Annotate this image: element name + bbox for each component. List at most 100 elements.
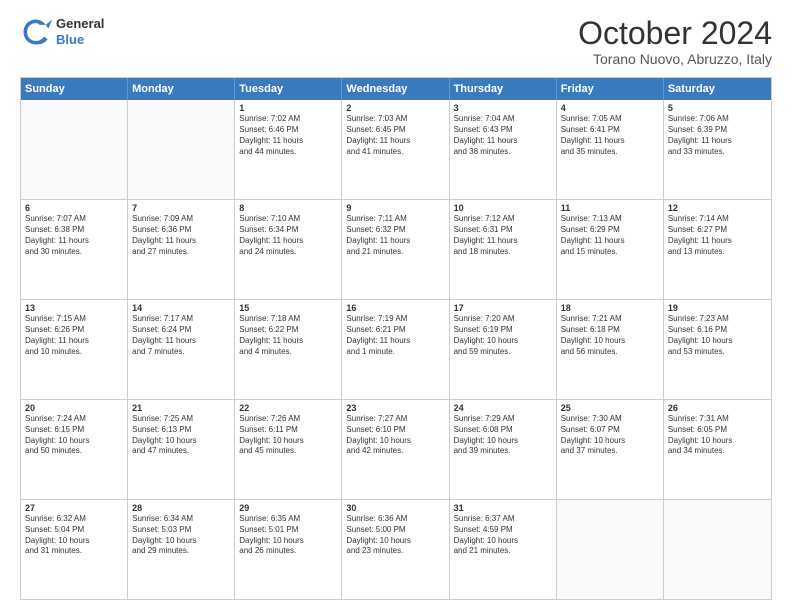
day-number: 24 [454,403,552,413]
cal-cell [664,500,771,599]
cal-cell: 11Sunrise: 7:13 AM Sunset: 6:29 PM Dayli… [557,200,664,299]
calendar: SundayMondayTuesdayWednesdayThursdayFrid… [20,77,772,600]
cal-cell: 27Sunrise: 6:32 AM Sunset: 5:04 PM Dayli… [21,500,128,599]
cal-cell: 1Sunrise: 7:02 AM Sunset: 6:46 PM Daylig… [235,100,342,199]
day-number: 1 [239,103,337,113]
logo-text-block: General Blue [56,16,104,47]
cell-text: Sunrise: 7:20 AM Sunset: 6:19 PM Dayligh… [454,314,552,357]
cell-text: Sunrise: 7:07 AM Sunset: 6:38 PM Dayligh… [25,214,123,257]
day-number: 15 [239,303,337,313]
cal-cell: 25Sunrise: 7:30 AM Sunset: 6:07 PM Dayli… [557,400,664,499]
cal-header-saturday: Saturday [664,78,771,100]
day-number: 17 [454,303,552,313]
cal-cell: 13Sunrise: 7:15 AM Sunset: 6:26 PM Dayli… [21,300,128,399]
cell-text: Sunrise: 6:37 AM Sunset: 4:59 PM Dayligh… [454,514,552,557]
cell-text: Sunrise: 6:32 AM Sunset: 5:04 PM Dayligh… [25,514,123,557]
day-number: 14 [132,303,230,313]
logo-text-blue: Blue [56,32,104,48]
cell-text: Sunrise: 7:12 AM Sunset: 6:31 PM Dayligh… [454,214,552,257]
cal-cell: 20Sunrise: 7:24 AM Sunset: 6:15 PM Dayli… [21,400,128,499]
day-number: 5 [668,103,767,113]
cal-cell: 4Sunrise: 7:05 AM Sunset: 6:41 PM Daylig… [557,100,664,199]
day-number: 22 [239,403,337,413]
cell-text: Sunrise: 7:02 AM Sunset: 6:46 PM Dayligh… [239,114,337,157]
cal-header-sunday: Sunday [21,78,128,100]
cal-cell: 6Sunrise: 7:07 AM Sunset: 6:38 PM Daylig… [21,200,128,299]
cell-text: Sunrise: 7:17 AM Sunset: 6:24 PM Dayligh… [132,314,230,357]
cell-text: Sunrise: 7:31 AM Sunset: 6:05 PM Dayligh… [668,414,767,457]
month-title: October 2024 [578,16,772,51]
cal-cell: 16Sunrise: 7:19 AM Sunset: 6:21 PM Dayli… [342,300,449,399]
day-number: 12 [668,203,767,213]
calendar-header-row: SundayMondayTuesdayWednesdayThursdayFrid… [21,78,771,100]
cal-cell: 2Sunrise: 7:03 AM Sunset: 6:45 PM Daylig… [342,100,449,199]
cal-cell: 29Sunrise: 6:35 AM Sunset: 5:01 PM Dayli… [235,500,342,599]
day-number: 7 [132,203,230,213]
cell-text: Sunrise: 7:14 AM Sunset: 6:27 PM Dayligh… [668,214,767,257]
day-number: 20 [25,403,123,413]
day-number: 31 [454,503,552,513]
page: General Blue October 2024 Torano Nuovo, … [0,0,792,612]
day-number: 2 [346,103,444,113]
cal-cell: 19Sunrise: 7:23 AM Sunset: 6:16 PM Dayli… [664,300,771,399]
day-number: 4 [561,103,659,113]
cell-text: Sunrise: 7:09 AM Sunset: 6:36 PM Dayligh… [132,214,230,257]
cell-text: Sunrise: 6:34 AM Sunset: 5:03 PM Dayligh… [132,514,230,557]
cell-text: Sunrise: 7:27 AM Sunset: 6:10 PM Dayligh… [346,414,444,457]
logo: General Blue [20,16,104,48]
cal-cell: 17Sunrise: 7:20 AM Sunset: 6:19 PM Dayli… [450,300,557,399]
cal-cell [21,100,128,199]
cell-text: Sunrise: 7:21 AM Sunset: 6:18 PM Dayligh… [561,314,659,357]
cell-text: Sunrise: 7:13 AM Sunset: 6:29 PM Dayligh… [561,214,659,257]
cell-text: Sunrise: 7:19 AM Sunset: 6:21 PM Dayligh… [346,314,444,357]
day-number: 10 [454,203,552,213]
day-number: 6 [25,203,123,213]
cal-cell: 8Sunrise: 7:10 AM Sunset: 6:34 PM Daylig… [235,200,342,299]
cal-cell [128,100,235,199]
day-number: 28 [132,503,230,513]
cal-header-friday: Friday [557,78,664,100]
cal-cell: 30Sunrise: 6:36 AM Sunset: 5:00 PM Dayli… [342,500,449,599]
cal-cell: 12Sunrise: 7:14 AM Sunset: 6:27 PM Dayli… [664,200,771,299]
day-number: 30 [346,503,444,513]
logo-icon [20,16,52,48]
cell-text: Sunrise: 7:10 AM Sunset: 6:34 PM Dayligh… [239,214,337,257]
cal-cell: 24Sunrise: 7:29 AM Sunset: 6:08 PM Dayli… [450,400,557,499]
day-number: 18 [561,303,659,313]
cal-cell: 5Sunrise: 7:06 AM Sunset: 6:39 PM Daylig… [664,100,771,199]
cal-header-wednesday: Wednesday [342,78,449,100]
day-number: 25 [561,403,659,413]
cal-header-thursday: Thursday [450,78,557,100]
day-number: 3 [454,103,552,113]
cal-week-0: 1Sunrise: 7:02 AM Sunset: 6:46 PM Daylig… [21,100,771,199]
day-number: 8 [239,203,337,213]
day-number: 19 [668,303,767,313]
cell-text: Sunrise: 6:36 AM Sunset: 5:00 PM Dayligh… [346,514,444,557]
cal-week-2: 13Sunrise: 7:15 AM Sunset: 6:26 PM Dayli… [21,299,771,399]
day-number: 26 [668,403,767,413]
location: Torano Nuovo, Abruzzo, Italy [578,51,772,67]
cell-text: Sunrise: 7:25 AM Sunset: 6:13 PM Dayligh… [132,414,230,457]
cell-text: Sunrise: 7:24 AM Sunset: 6:15 PM Dayligh… [25,414,123,457]
cell-text: Sunrise: 7:04 AM Sunset: 6:43 PM Dayligh… [454,114,552,157]
cal-week-3: 20Sunrise: 7:24 AM Sunset: 6:15 PM Dayli… [21,399,771,499]
logo-text-general: General [56,16,104,32]
cal-cell: 18Sunrise: 7:21 AM Sunset: 6:18 PM Dayli… [557,300,664,399]
cal-cell: 31Sunrise: 6:37 AM Sunset: 4:59 PM Dayli… [450,500,557,599]
cal-cell: 10Sunrise: 7:12 AM Sunset: 6:31 PM Dayli… [450,200,557,299]
cell-text: Sunrise: 7:26 AM Sunset: 6:11 PM Dayligh… [239,414,337,457]
calendar-body: 1Sunrise: 7:02 AM Sunset: 6:46 PM Daylig… [21,100,771,599]
cal-week-1: 6Sunrise: 7:07 AM Sunset: 6:38 PM Daylig… [21,199,771,299]
cell-text: Sunrise: 7:05 AM Sunset: 6:41 PM Dayligh… [561,114,659,157]
day-number: 16 [346,303,444,313]
day-number: 29 [239,503,337,513]
day-number: 23 [346,403,444,413]
cal-cell: 14Sunrise: 7:17 AM Sunset: 6:24 PM Dayli… [128,300,235,399]
cell-text: Sunrise: 7:29 AM Sunset: 6:08 PM Dayligh… [454,414,552,457]
cal-cell: 28Sunrise: 6:34 AM Sunset: 5:03 PM Dayli… [128,500,235,599]
day-number: 9 [346,203,444,213]
cal-header-monday: Monday [128,78,235,100]
cell-text: Sunrise: 6:35 AM Sunset: 5:01 PM Dayligh… [239,514,337,557]
cal-cell: 3Sunrise: 7:04 AM Sunset: 6:43 PM Daylig… [450,100,557,199]
cal-cell: 22Sunrise: 7:26 AM Sunset: 6:11 PM Dayli… [235,400,342,499]
